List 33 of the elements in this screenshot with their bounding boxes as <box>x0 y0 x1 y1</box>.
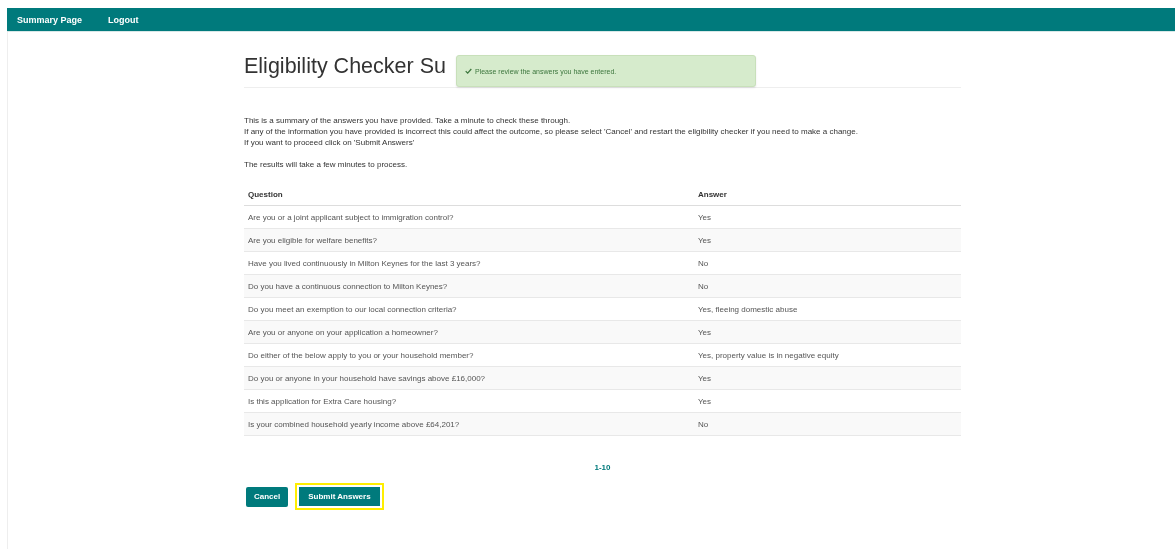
column-header: Answer <box>694 183 961 206</box>
table-cell: Do either of the below apply to you or your household member? <box>244 343 694 367</box>
column-header: Question <box>244 183 694 206</box>
table-cell: Are you or a joint applicant subject to immigration control? <box>244 205 694 229</box>
nav-link[interactable]: Summary Page <box>17 14 83 25</box>
table-cell: Yes <box>694 366 961 390</box>
intro-text: If you want to proceed click on 'Submit Answers' <box>244 137 416 148</box>
table-cell: Yes <box>694 228 961 252</box>
nav-link[interactable]: Logout <box>108 14 139 25</box>
table-cell: Yes <box>694 205 961 229</box>
table-cell: Is your combined household yearly income above £64,201? <box>244 412 694 436</box>
table-cell: No <box>694 274 961 298</box>
table-cell: Do you or anyone in your household have savings above £16,000? <box>244 366 694 390</box>
table-cell: Yes <box>694 389 961 413</box>
table-cell: Are you eligible for welfare benefits? <box>244 228 694 252</box>
cancel-button[interactable]: Cancel <box>246 486 289 507</box>
intro-text: If any of the information you have provided is incorrect this could affect the outcome, so please select 'Cancel' and restart the eligibility checker if you need to make a change. <box>244 126 859 137</box>
submit-button[interactable]: Submit Answers <box>295 483 384 510</box>
table-cell: Do you meet an exemption to our local connection criteria? <box>244 297 694 321</box>
page-title: Eligibility Checker Su <box>244 54 446 79</box>
checkmark-icon <box>465 68 472 74</box>
table-cell: Yes, fleeing domestic abuse <box>694 297 961 321</box>
table-cell: Yes, property value is in negative equity <box>694 343 961 367</box>
table-cell: Are you or anyone on your application a homeowner? <box>244 320 694 344</box>
table-cell: Is this application for Extra Care housing? <box>244 389 694 413</box>
table-cell: No <box>694 412 961 436</box>
table-cell: Do you have a continuous connection to Milton Keynes? <box>244 274 694 298</box>
intro-text: This is a summary of the answers you have provided. Take a minute to check these through. <box>244 115 572 126</box>
table-cell: Yes <box>694 320 961 344</box>
table-cell: Have you lived continuously in Milton Keynes for the last 3 years? <box>244 251 694 275</box>
info-text: The results will take a few minutes to process. <box>244 159 409 170</box>
table-cell: No <box>694 251 961 275</box>
pagination-label: 1-10 <box>594 463 611 472</box>
